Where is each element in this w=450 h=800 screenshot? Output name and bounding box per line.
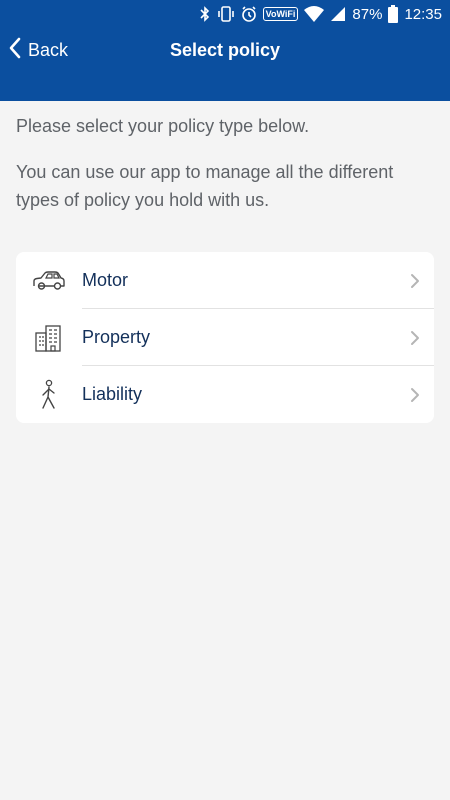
status-bar: VoWiFi 87% 12:35 — [0, 0, 450, 28]
policy-item-motor[interactable]: Motor — [16, 252, 434, 309]
building-icon — [16, 309, 82, 366]
intro-line-1: Please select your policy type below. — [16, 116, 310, 136]
policy-item-property[interactable]: Property — [16, 309, 434, 366]
app-header: VoWiFi 87% 12:35 Back Select policy — [0, 0, 450, 101]
clock: 12:35 — [404, 5, 442, 23]
walking-person-icon — [16, 366, 82, 423]
signal-icon — [330, 6, 346, 22]
vibrate-icon — [217, 6, 235, 22]
policy-item-liability[interactable]: Liability — [16, 366, 434, 423]
back-label: Back — [28, 39, 69, 60]
chevron-right-icon — [410, 309, 420, 366]
chevron-right-icon — [410, 252, 420, 309]
alarm-icon — [241, 6, 257, 22]
chevron-right-icon — [410, 366, 420, 423]
intro-text: Please select your policy type below. Yo… — [16, 112, 434, 214]
policy-label: Liability — [82, 384, 143, 404]
vowifi-badge: VoWiFi — [262, 7, 299, 21]
bluetooth-icon — [199, 6, 211, 22]
wifi-icon — [304, 6, 325, 22]
car-icon — [16, 252, 82, 309]
chevron-left-icon — [8, 37, 22, 64]
intro-line-2: You can use our app to manage all the di… — [16, 162, 394, 210]
battery-percent: 87% — [352, 5, 383, 23]
policy-label: Motor — [82, 270, 129, 290]
policy-list: Motor Property Liability — [16, 252, 434, 423]
battery-icon — [388, 5, 399, 23]
status-icons: VoWiFi 87% 12:35 — [199, 4, 442, 24]
policy-label: Property — [82, 327, 151, 347]
back-button[interactable]: Back — [8, 28, 68, 72]
toolbar: Back Select policy — [0, 28, 450, 72]
